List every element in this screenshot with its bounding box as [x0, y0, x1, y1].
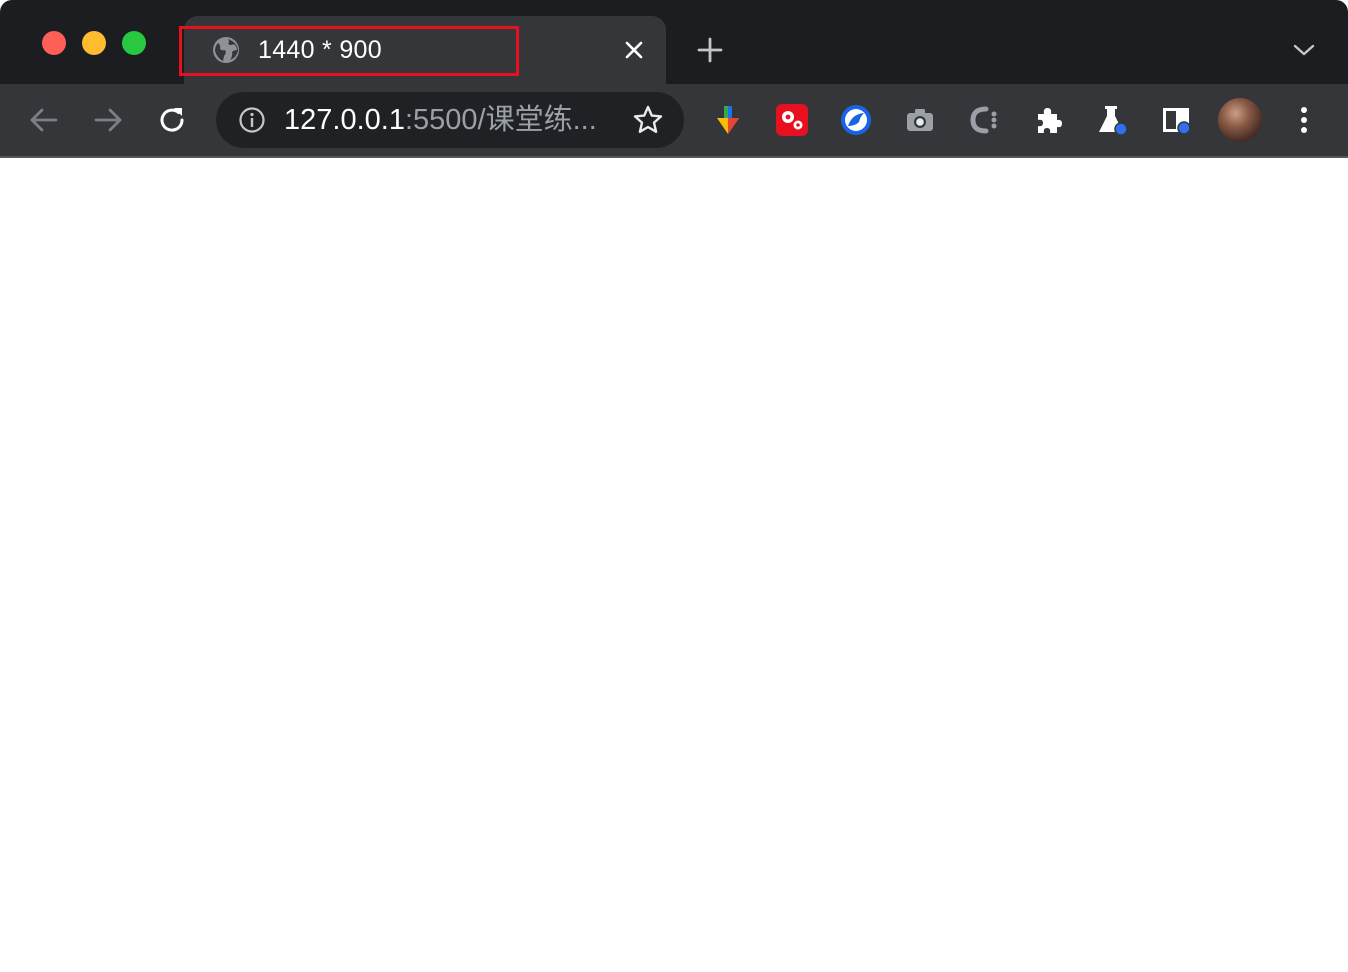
tab-highlight-box — [179, 26, 519, 76]
info-icon[interactable] — [238, 106, 266, 134]
camera-extension-icon[interactable] — [904, 104, 936, 136]
url-path: :5500/课堂练... — [404, 104, 597, 136]
puzzle-extensions-icon[interactable] — [1032, 104, 1064, 136]
new-tab-plus-icon[interactable] — [696, 36, 724, 64]
forward-arrow-icon[interactable] — [92, 104, 124, 136]
c-dots-extension-icon[interactable] — [968, 104, 1000, 136]
side-panel-icon[interactable] — [1160, 104, 1192, 136]
window-minimize-button[interactable] — [82, 31, 106, 55]
colorful-arrow-extension-icon[interactable] — [712, 104, 744, 136]
address-bar-url[interactable]: 127.0.0.1:5500/课堂练... — [284, 103, 597, 137]
tab-close-icon[interactable] — [622, 38, 646, 62]
back-arrow-icon[interactable] — [28, 104, 60, 136]
bookmark-star-icon[interactable] — [632, 104, 664, 136]
blue-bird-extension-icon[interactable] — [840, 104, 872, 136]
page-content — [0, 158, 1348, 972]
profile-avatar[interactable] — [1218, 98, 1262, 142]
window-maximize-button[interactable] — [122, 31, 146, 55]
more-menu-icon[interactable] — [1290, 104, 1318, 136]
browser-window: 1440 * 900 127.0.0.1:5500/课堂练... — [0, 0, 1348, 972]
window-close-button[interactable] — [42, 31, 66, 55]
red-gears-extension-icon[interactable] — [776, 104, 808, 136]
tab-search-chevron-down-icon[interactable] — [1292, 40, 1316, 60]
url-host: 127.0.0.1 — [284, 104, 405, 136]
tab-strip: 1440 * 900 — [0, 0, 1348, 84]
flask-labs-icon[interactable] — [1096, 104, 1128, 136]
reload-icon[interactable] — [156, 104, 188, 136]
